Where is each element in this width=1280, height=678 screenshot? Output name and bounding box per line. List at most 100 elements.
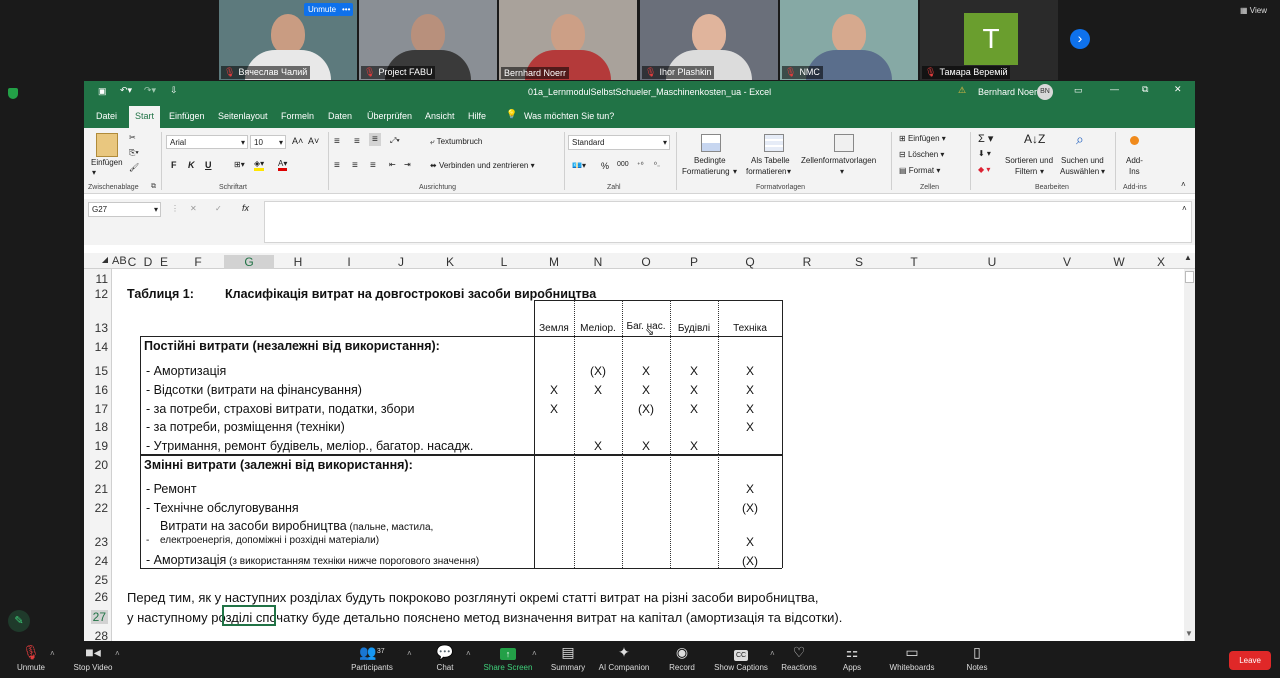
worksheet[interactable]: Таблиця 1: Класифікація витрат на довгос… [112,269,1195,641]
column-header[interactable]: U [942,255,1042,269]
column-header[interactable]: E [156,255,172,269]
column-header[interactable]: D [140,255,156,269]
column-header[interactable]: H [274,255,322,269]
dialog-launcher-icon[interactable]: ⧉ [151,183,156,191]
row-header[interactable]: 16 [95,383,108,397]
align-right-icon[interactable]: ≡ [370,160,376,171]
column-header[interactable]: X [1146,255,1176,269]
addins-button[interactable]: Add- [1126,156,1143,165]
bold-button[interactable]: F [171,160,177,170]
row-header[interactable]: 23 [95,535,108,549]
column-header[interactable]: R [782,255,832,269]
chevron-up-icon[interactable]: ˄ [466,649,471,658]
column-header[interactable]: I [322,255,376,269]
row-header[interactable]: 27 [90,610,108,624]
minimize-icon[interactable]: — [1110,84,1119,94]
currency-icon[interactable]: 💶▾ [572,161,586,170]
vertical-scrollbar[interactable] [1184,269,1195,641]
apps-button[interactable]: ⚏ Apps [838,643,866,672]
warning-icon[interactable]: ⚠ [958,85,966,96]
merge-center-button[interactable]: ⬌ Verbinden und zentrieren ▾ [430,161,535,170]
security-shield-icon[interactable] [8,88,18,99]
row-header[interactable]: 25 [95,573,108,587]
unmute-badge[interactable]: Unmute [304,3,341,16]
column-header[interactable]: K [426,255,474,269]
borders-icon[interactable]: ⊞▾ [234,160,245,169]
customize-qat-icon[interactable]: ⇩ [170,85,178,96]
scroll-up-icon[interactable]: ▲ [1184,253,1192,262]
row-header[interactable]: 22 [95,501,108,515]
chevron-up-icon[interactable]: ˄ [407,649,412,658]
more-options-icon[interactable]: ••• [339,3,354,16]
align-left-icon[interactable]: ≡ [334,160,340,171]
orientation-icon[interactable]: ⤢▾ [390,136,400,146]
paste-icon[interactable] [96,133,118,157]
save-icon[interactable]: ▣ [98,86,107,97]
tab-ansicht[interactable]: Ansicht [425,111,455,121]
clear-icon[interactable]: ◆ ▾ [978,165,990,174]
stop-video-button[interactable]: ■◂ Stop Video [70,643,116,672]
annotate-pencil-icon[interactable]: ✎ [8,610,30,632]
column-header[interactable]: V [1042,255,1092,269]
format-as-table-button[interactable]: Als Tabelle [751,156,790,165]
tab-seitenlayout[interactable]: Seitenlayout [218,111,268,121]
find-select-button[interactable]: Suchen und [1061,156,1104,165]
unmute-button[interactable]: 🎙 Unmute [14,643,48,672]
scrollbar-thumb[interactable] [1185,271,1194,283]
align-bottom-icon[interactable]: ≡ [369,133,381,146]
thousands-button[interactable]: 000 [617,161,629,168]
column-header[interactable]: C [124,255,140,269]
participant-tile[interactable]: 🎙 NMC [780,0,918,80]
chevron-up-icon[interactable]: ˄ [770,649,775,658]
column-header[interactable]: F [172,255,224,269]
font-name-select[interactable]: Arial ▾ [166,135,248,149]
italic-button[interactable]: K [188,160,195,170]
column-header[interactable]: J [376,255,426,269]
grow-font-icon[interactable]: A˄ [292,136,303,146]
chevron-down-icon[interactable]: ▾ [92,168,96,177]
participants-button[interactable]: 👥37 Participants [348,643,396,672]
row-header[interactable]: 18 [95,420,108,434]
cancel-icon[interactable]: ✕ [190,204,197,213]
participant-tile[interactable]: Bernhard Noerr [499,0,637,80]
leave-button[interactable]: Leave [1229,651,1271,670]
chevron-up-icon[interactable]: ˄ [532,649,537,658]
tell-me-search[interactable]: Was möchten Sie tun? [524,111,614,121]
next-page-icon[interactable]: › [1070,29,1090,49]
participant-tile[interactable]: 🎙 Ihor Plashkin [640,0,778,80]
tab-formeln[interactable]: Formeln [281,111,314,121]
row-header[interactable]: 19 [95,439,108,453]
tab-einfuegen[interactable]: Einfügen [169,111,205,121]
tab-ueberpruefen[interactable]: Überprüfen [367,111,412,121]
conditional-format-button[interactable]: Bedingte [694,156,726,165]
column-header[interactable]: Q [718,255,782,269]
column-header[interactable]: M [534,255,574,269]
restore-icon[interactable]: ⧉ [1142,84,1148,95]
chevron-up-icon[interactable]: ˄ [50,649,55,658]
row-header[interactable]: 15 [95,364,108,378]
participant-tile[interactable]: Unmute ••• 🎙 Вячеслав Чалий [219,0,357,80]
row-header[interactable]: 28 [95,629,108,641]
row-header[interactable]: 20 [95,458,108,472]
row-header[interactable]: 12 [95,287,108,301]
summary-button[interactable]: ▤ Summary [548,643,588,672]
user-avatar[interactable]: BN [1037,84,1053,100]
align-top-icon[interactable]: ≡ [334,136,340,147]
font-color-icon[interactable]: A▾ [278,159,288,171]
column-header[interactable]: L [474,255,534,269]
notes-button[interactable]: ▯ Notes [962,643,992,672]
column-header[interactable]: AB [112,255,127,267]
ribbon-display-icon[interactable]: ▭ [1074,85,1083,96]
participant-tile[interactable]: 🎙 Project FABU [359,0,497,80]
record-button[interactable]: ◉ Record [664,643,700,672]
show-captions-button[interactable]: CC Show Captions [712,643,770,672]
align-middle-icon[interactable]: ≡ [354,136,360,147]
enter-icon[interactable]: ✓ [215,204,222,213]
row-header[interactable]: 26 [95,590,108,604]
view-button[interactable]: ▦ View [1240,6,1267,15]
row-header[interactable]: 14 [95,340,108,354]
collapse-ribbon-icon[interactable]: ˄ [1181,180,1186,189]
decrease-indent-icon[interactable]: ⇤ [389,160,396,169]
row-header[interactable]: 17 [95,402,108,416]
scroll-down-icon[interactable]: ▼ [1185,629,1193,638]
